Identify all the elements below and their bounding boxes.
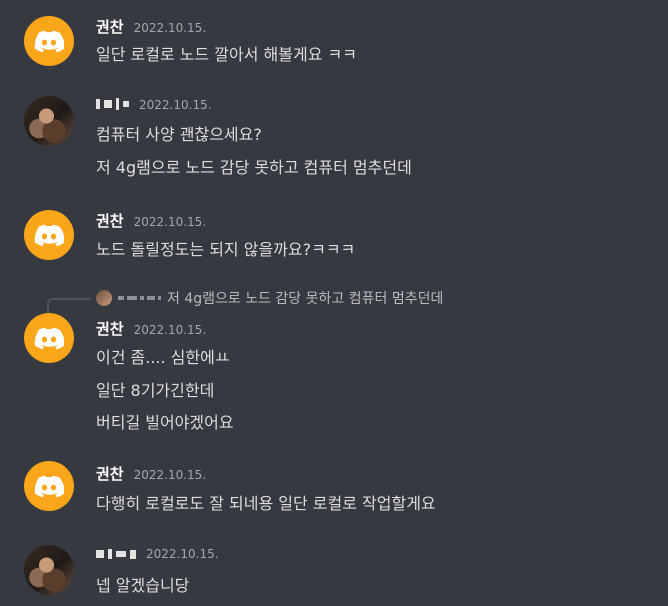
message-text: 버티길 빌어야겠어요 [96,413,234,432]
message-text: 다행히 로컬로도 잘 되네용 일단 로컬로 작업할게요 [96,494,436,513]
message-text: 이건 좀.... 심한에ㅛ [96,348,230,367]
username-pixelated[interactable] [96,546,136,562]
reply-preview[interactable]: 저 4g램으로 노드 감당 못하고 컴퓨터 멈추던데 [96,288,443,308]
user-avatar[interactable] [24,96,74,146]
username[interactable]: 권찬 [96,16,124,37]
reply-username-pixelated [118,296,161,300]
timestamp: 2022.10.15. [133,21,207,35]
discord-avatar-icon[interactable] [24,210,74,260]
discord-avatar-icon[interactable] [24,16,74,66]
reply-text: 저 4g램으로 노드 감당 못하고 컴퓨터 멈추던데 [167,291,444,307]
username[interactable]: 권찬 [96,463,124,484]
discord-avatar-icon[interactable] [24,313,74,363]
username-pixelated[interactable] [96,96,129,112]
message-text: 노드 돌릴정도는 되지 않을까요?ㅋㅋㅋ [96,240,356,259]
timestamp: 2022.10.15. [146,547,219,561]
username[interactable]: 권찬 [96,318,124,339]
username[interactable]: 권찬 [96,210,124,231]
timestamp: 2022.10.15. [133,468,207,482]
timestamp: 2022.10.15. [133,215,207,229]
message-text: 컴퓨터 사양 괜찮으세요? [96,125,262,144]
message-text: 넵 알겠습니당 [96,576,190,595]
message-text: 저 4g램으로 노드 감당 못하고 컴퓨터 멈추던데 [96,158,412,177]
reply-avatar [96,290,112,306]
message-text: 일단 8기가긴한데 [96,381,215,400]
timestamp: 2022.10.15. [133,323,207,337]
timestamp: 2022.10.15. [139,98,212,112]
message-text: 일단 로컬로 노드 깔아서 해볼게요 ㅋㅋ [96,45,357,64]
discord-avatar-icon[interactable] [24,461,74,511]
user-avatar[interactable] [24,545,74,595]
